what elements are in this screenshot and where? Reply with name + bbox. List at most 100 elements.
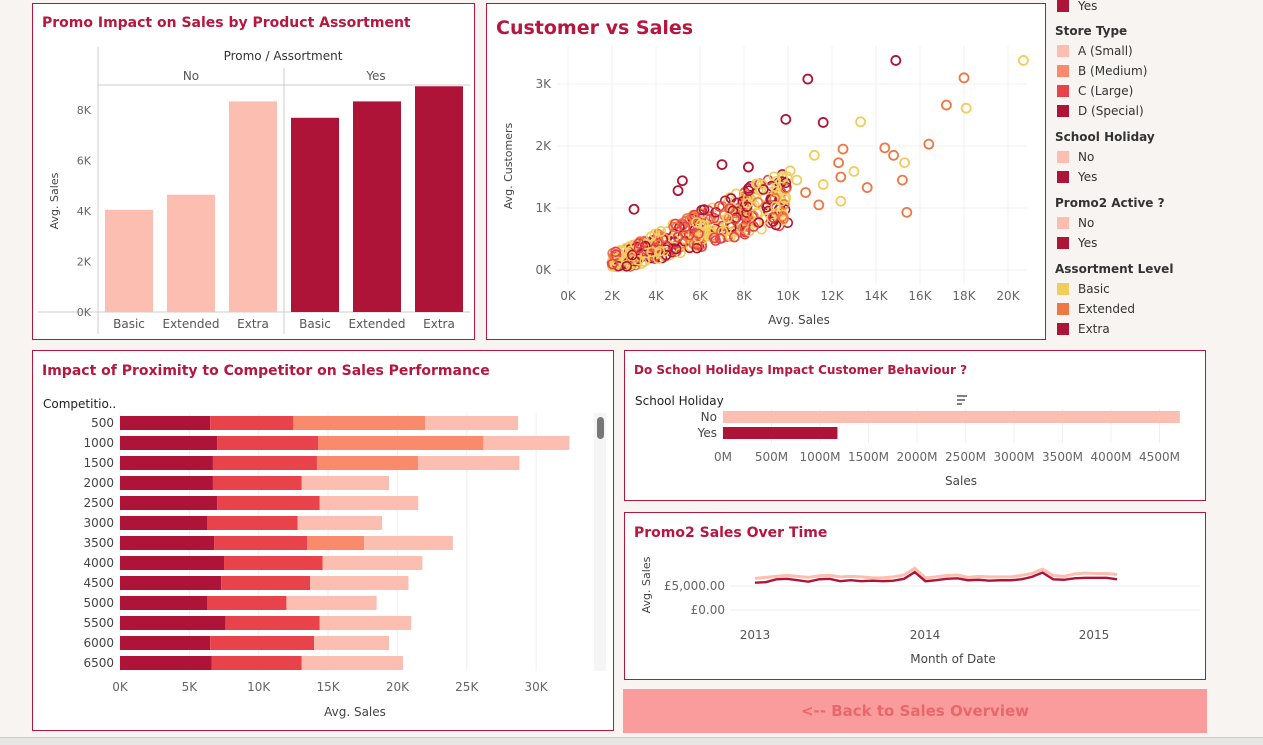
scatter-point bbox=[791, 174, 803, 186]
promo-xtick-label: Basic bbox=[299, 317, 331, 331]
holiday-bar bbox=[723, 411, 1180, 423]
scatter-point bbox=[855, 116, 867, 128]
legend-item-yes-top[interactable]: Yes bbox=[1057, 0, 1097, 13]
legend-item-store-d[interactable]: D (Special) bbox=[1057, 104, 1144, 118]
legend-item-promo2-yes[interactable]: Yes bbox=[1057, 236, 1097, 250]
competitor-category-label: 500 bbox=[91, 416, 114, 430]
promo2-time-panel: Promo2 Sales Over Time £0.00 £5,000.00 201… bbox=[624, 512, 1206, 680]
scatter-xtick-label: 0K bbox=[560, 289, 577, 303]
legend-label: No bbox=[1078, 150, 1095, 164]
competitor-bar-segment bbox=[301, 476, 390, 490]
competitor-bar-segment bbox=[297, 516, 383, 530]
competitor-category-label: 3000 bbox=[83, 516, 114, 530]
legend-item-holiday-yes[interactable]: Yes bbox=[1057, 170, 1097, 184]
competitor-bar-segment bbox=[310, 576, 409, 590]
legend-swatch bbox=[1057, 85, 1069, 97]
scatter-y-axis-label: Avg. Customers bbox=[502, 122, 515, 209]
promo2-xtick-label: 2015 bbox=[1079, 628, 1110, 642]
legend-label: Yes bbox=[1078, 170, 1098, 184]
scatter-ytick-label: 2K bbox=[535, 139, 552, 153]
legend-item-assort-extended[interactable]: Extended bbox=[1057, 302, 1135, 316]
competitor-bar-segment bbox=[120, 576, 222, 590]
scatter-ytick-label: 3K bbox=[535, 77, 552, 91]
promo2-series-line bbox=[754, 566, 1118, 580]
scatter-point bbox=[672, 185, 684, 197]
scatter-point bbox=[960, 102, 972, 114]
competitor-bar-segment bbox=[120, 436, 218, 450]
legend-swatch bbox=[1057, 237, 1069, 249]
competitor-bar-segment bbox=[225, 616, 320, 630]
holiday-x-axis-label: Sales bbox=[945, 474, 977, 488]
competitor-bar-segment bbox=[120, 556, 225, 570]
legend-item-store-a[interactable]: A (Small) bbox=[1057, 44, 1133, 58]
holiday-category-label: Yes bbox=[697, 426, 717, 440]
scatter-point bbox=[628, 203, 640, 215]
competitor-bar-segment bbox=[301, 656, 403, 670]
competitor-category-label: 6500 bbox=[83, 656, 114, 670]
promo-ytick-label: 4K bbox=[77, 205, 92, 218]
competitor-bar-segment bbox=[207, 596, 287, 610]
scatter-ytick-label: 0K bbox=[535, 263, 552, 277]
competitor-bar-segment bbox=[210, 636, 315, 650]
promo2-ytick-label: £5,000.00 bbox=[664, 579, 725, 593]
legend-swatch bbox=[1057, 105, 1069, 117]
competitor-bar-segment bbox=[293, 416, 426, 430]
competitor-xtick-label: 25K bbox=[455, 680, 479, 694]
legend-swatch bbox=[1057, 323, 1069, 335]
legend-swatch bbox=[1057, 151, 1069, 163]
promo-xtick-label: Extra bbox=[423, 317, 455, 331]
legend-item-assort-extra[interactable]: Extra bbox=[1057, 322, 1110, 336]
scatter-point bbox=[835, 171, 847, 183]
promo-bar bbox=[415, 86, 463, 312]
legend-title-store-type: Store Type bbox=[1055, 24, 1128, 38]
competitor-bar-segment bbox=[364, 536, 453, 550]
legend-swatch bbox=[1057, 303, 1069, 315]
competitor-xtick-label: 15K bbox=[316, 680, 340, 694]
legend-item-store-c[interactable]: C (Large) bbox=[1057, 84, 1133, 98]
competitor-bar-segment bbox=[120, 656, 212, 670]
legend-swatch bbox=[1057, 0, 1069, 12]
legend-label: C (Large) bbox=[1078, 84, 1134, 98]
competitor-bar-segment bbox=[319, 496, 419, 510]
competitor-category-label: 5500 bbox=[83, 616, 114, 630]
promo2-xtick-label: 2013 bbox=[740, 628, 771, 642]
competitor-bar-segment bbox=[210, 416, 294, 430]
competitor-bar-segment bbox=[319, 616, 412, 630]
legend-item-store-b[interactable]: B (Medium) bbox=[1057, 64, 1147, 78]
scatter-xtick-label: 18K bbox=[952, 289, 976, 303]
promo2-xtick-label: 2014 bbox=[910, 628, 941, 642]
competitor-bar-segment bbox=[425, 416, 519, 430]
legend-label: No bbox=[1078, 216, 1095, 230]
scatter-point bbox=[879, 142, 891, 154]
competitor-bar-segment bbox=[212, 456, 317, 470]
scrollbar-thumb[interactable] bbox=[597, 417, 604, 439]
promo-xtick-label: Extra bbox=[237, 317, 269, 331]
legend-label: Extended bbox=[1078, 302, 1135, 316]
competitor-bar-segment bbox=[120, 536, 215, 550]
scrollbar-track[interactable] bbox=[594, 413, 606, 671]
scatter-xtick-label: 14K bbox=[864, 289, 888, 303]
legend-item-assort-basic[interactable]: Basic bbox=[1057, 282, 1110, 296]
back-to-sales-overview-button[interactable]: <-- Back to Sales Overview bbox=[623, 689, 1207, 733]
scatter-xtick-label: 2K bbox=[604, 289, 621, 303]
legend-item-promo2-no[interactable]: No bbox=[1057, 216, 1094, 230]
promo-xtick-label: Basic bbox=[113, 317, 145, 331]
scatter-point bbox=[780, 113, 792, 125]
competitor-bar-segment bbox=[120, 416, 211, 430]
scatter-xtick-label: 4K bbox=[648, 289, 665, 303]
scatter-point bbox=[800, 187, 812, 198]
legend-item-holiday-no[interactable]: No bbox=[1057, 150, 1094, 164]
promo-ytick-label: 6K bbox=[77, 155, 92, 168]
legend-swatch bbox=[1057, 171, 1069, 183]
competitor-bar-segment bbox=[217, 436, 319, 450]
competitor-bar-segment bbox=[314, 636, 390, 650]
scatter-x-axis-label: Avg. Sales bbox=[768, 313, 830, 327]
promo-bar bbox=[353, 101, 401, 313]
customer-vs-sales-chart: 0K 2K 4K 6K 8K 10K 12K 14K 16K 18K 20K 0K 1K 2K 3K Avg.… bbox=[502, 46, 1029, 327]
scatter-point bbox=[808, 149, 820, 161]
holiday-column-header: School Holiday bbox=[635, 394, 724, 408]
promo2-y-axis-label: Avg. Sales bbox=[640, 556, 653, 613]
competitor-bar-segment bbox=[120, 456, 213, 470]
legend-label: Yes bbox=[1078, 236, 1098, 250]
legend-label: Extra bbox=[1078, 322, 1110, 336]
